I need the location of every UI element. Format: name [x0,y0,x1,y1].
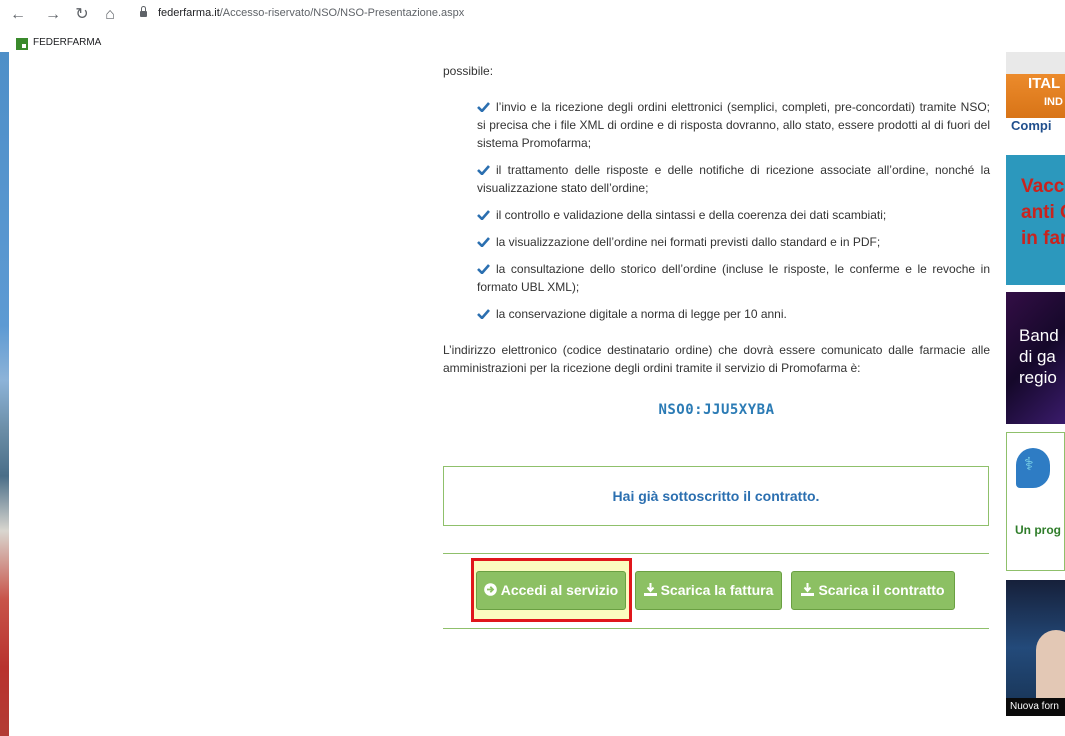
ad-text: Un prog [1015,523,1061,537]
ad-banner-italia[interactable]: ITAL IND Compi [1006,52,1065,147]
list-item-text: la conservazione digitale a norma di leg… [496,307,787,321]
download-invoice-button[interactable]: Scarica la fattura [635,571,782,610]
forward-icon[interactable]: → [43,5,63,25]
ad-caption: Nuova forn [1006,698,1065,716]
ad-text: in far [1021,228,1065,249]
list-item: il trattamento delle risposte e delle no… [477,161,990,197]
notice-text: Hai già sottoscritto il contratto. [612,488,820,504]
download-icon [643,573,657,596]
ad-text: Nuova forn [1010,701,1059,712]
address-paragraph: L’indirizzo elettronico (codice destinat… [443,343,990,375]
subscription-notice: Hai già sottoscritto il contratto. [443,466,989,526]
download-contract-button[interactable]: Scarica il contratto [791,571,955,610]
intro-text: possibile: [443,64,494,78]
ad-text: anti C [1021,202,1065,223]
bookmark-label: FEDERFARMA [33,37,102,48]
checkmark-icon [477,165,490,175]
list-item: l’invio e la ricezione degli ordini elet… [477,98,990,152]
ad-banner-video[interactable]: Nuova forn [1006,580,1065,716]
ad-text: ITAL [1028,75,1061,92]
checkmark-icon [477,210,490,220]
lock-icon [140,6,147,17]
checkmark-icon [477,309,490,319]
ad-text: Vacc [1021,176,1065,197]
ad-banner-progetto[interactable]: Un prog [1006,432,1065,571]
url-text: federfarma.it/Accesso-riservato/NSO/NSO-… [158,7,464,19]
list-item-text: la consultazione dello storico dell’ordi… [477,262,990,294]
ad-text: IND [1044,96,1063,108]
list-item: la conservazione digitale a norma di leg… [477,305,990,323]
list-item: la visualizzazione dell’ordine nei forma… [477,233,990,251]
back-icon[interactable]: ← [8,5,28,25]
browser-toolbar: ← → ↻ ⌂ federfarma.it/Accesso-riservato/… [0,0,1065,30]
url-host: federfarma.it [158,7,220,19]
checkmark-icon [477,237,490,247]
divider [443,553,989,554]
access-service-label: Accedi al servizio [500,582,619,598]
bookmarks-bar: FEDERFARMA [0,30,1065,52]
nso-code: NSO0:JJU5XYBA [658,402,775,418]
list-item: il controllo e validazione della sintass… [477,206,990,224]
checkmark-icon [477,264,490,274]
home-icon[interactable]: ⌂ [100,5,120,25]
list-item-text: il trattamento delle risposte e delle no… [477,163,990,195]
url-path: /Accesso-riservato/NSO/NSO-Presentazione… [219,7,465,19]
divider [443,628,989,629]
list-item-text: l’invio e la ricezione degli ordini elet… [477,100,990,150]
download-invoice-label: Scarica la fattura [660,582,774,598]
ad-text: Band [1019,326,1059,345]
ad-banner-vaccini[interactable]: Vacc anti C in far [1006,155,1065,285]
circle-arrow-right-icon [483,573,497,596]
download-contract-label: Scarica il contratto [818,582,945,598]
feature-list: l’invio e la ricezione degli ordini elet… [477,98,990,332]
list-item-text: il controllo e validazione della sintass… [496,208,887,222]
presenter-image [1036,630,1065,700]
ad-text: regio [1019,368,1057,387]
list-item: la consultazione dello storico dell’ordi… [477,260,990,296]
access-service-button[interactable]: Accedi al servizio [476,571,626,610]
background-image [0,52,9,736]
address-bar[interactable]: federfarma.it/Accesso-riservato/NSO/NSO-… [130,4,1065,26]
ad-text: Compi [1011,118,1052,133]
reload-icon[interactable]: ↻ [72,5,92,25]
federfarma-favicon-icon [16,38,28,50]
caduceus-icon [1016,448,1050,488]
ad-banner-bando[interactable]: Band di ga regio [1006,292,1065,424]
main-content: possibile: l’invio e la ricezione degli … [443,52,990,736]
ad-text: di ga [1019,347,1056,366]
checkmark-icon [477,102,490,112]
list-item-text: la visualizzazione dell’ordine nei forma… [496,235,881,249]
download-icon [801,573,815,596]
